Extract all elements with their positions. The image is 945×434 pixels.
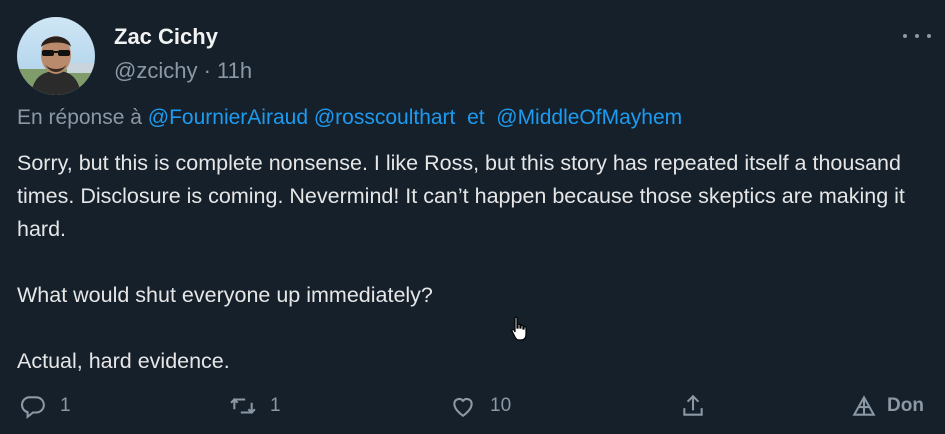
reply-icon [20,396,45,419]
tweet-paragraph: What would shut everyone up immediately? [17,283,433,307]
retweet-icon [230,398,256,414]
mention-link[interactable]: @rosscoulthart [314,106,456,129]
author-meta: @zcichy · 11h [114,58,252,84]
share-button[interactable] [680,393,706,419]
action-bar: 1 1 10 Don [0,393,945,425]
like-button[interactable]: 10 [450,393,511,419]
tweet-paragraph: Sorry, but this is complete nonsense. I … [17,151,905,241]
mention-link[interactable]: @FournierAiraud [148,106,308,129]
reply-button[interactable]: 1 [20,393,71,419]
tweet-text: Sorry, but this is complete nonsense. I … [17,147,932,378]
tip-button[interactable]: Don [851,393,924,419]
mention-link[interactable]: @MiddleOfMayhem [496,106,682,129]
tip-label: Don [887,395,924,416]
tweet-time[interactable]: 11h [217,58,252,83]
mention-conjunction: et [467,106,485,129]
cursor-icon [510,316,530,347]
author-handle[interactable]: @zcichy [114,58,197,83]
like-icon [453,398,473,417]
avatar[interactable] [17,17,95,95]
meta-separator: · [203,58,218,83]
author-name[interactable]: Zac Cichy [114,24,218,50]
retweet-count: 1 [270,395,281,416]
tweet-paragraph: Actual, hard evidence. [17,349,230,373]
share-icon [683,394,703,416]
reply-context: En réponse à @FournierAiraud @rosscoulth… [17,106,682,130]
reply-count: 1 [60,395,71,416]
tip-icon [852,395,876,416]
like-count: 10 [490,395,512,416]
reply-prefix: En réponse à [17,106,142,129]
retweet-button[interactable]: 1 [230,393,281,419]
more-icon[interactable] [903,28,931,44]
